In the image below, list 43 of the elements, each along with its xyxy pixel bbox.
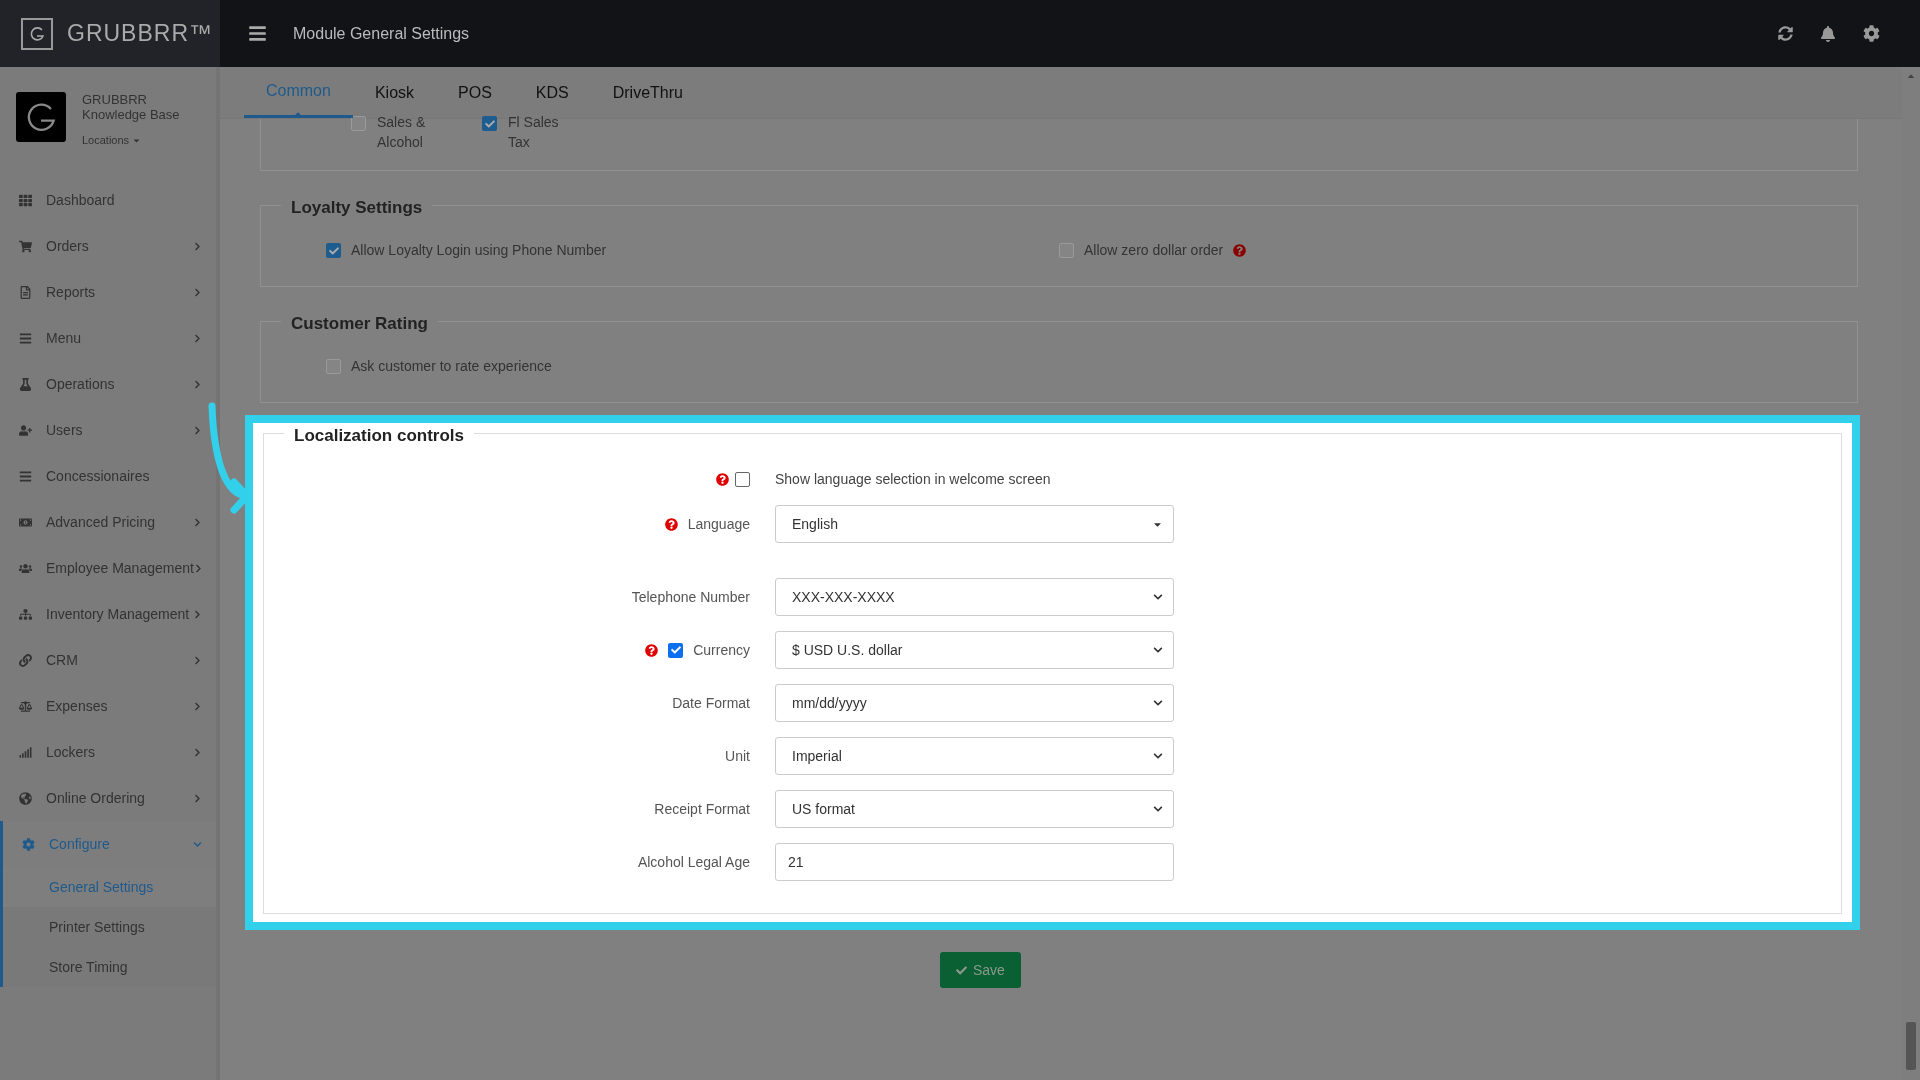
checkbox-label: Show language selection in welcome screen: [775, 469, 1051, 489]
dropdown[interactable]: English: [775, 505, 1174, 543]
brand-name: GRUBBRR™: [67, 19, 213, 49]
sidebar-item[interactable]: Menu: [0, 315, 216, 361]
locations-dropdown[interactable]: Locations: [82, 132, 202, 149]
sidebar-item[interactable]: Online Ordering: [0, 775, 216, 821]
checkbox-label: Ask customer to rate experience: [351, 357, 552, 376]
select-field[interactable]: $ USD U.S. dollar: [775, 631, 1174, 669]
field-label: Date Format: [672, 693, 750, 713]
sidebar-item[interactable]: Concessionaires: [0, 453, 216, 499]
sidebar-item[interactable]: Dashboard: [0, 177, 216, 223]
field-label: Currency: [693, 640, 750, 660]
submenu-item[interactable]: Store Timing: [3, 947, 216, 987]
text-field[interactable]: 21: [775, 843, 1174, 881]
submenu-item[interactable]: Printer Settings: [3, 907, 216, 947]
tab[interactable]: DriveThru: [590, 67, 705, 118]
field-label: Alcohol Legal Age: [637, 852, 750, 872]
select-field[interactable]: US format: [775, 790, 1174, 828]
page-title: Module General Settings: [293, 23, 470, 44]
checkbox-label: Allow Loyalty Login using Phone Number: [351, 241, 607, 260]
sidebar-item[interactable]: Employee Management: [0, 545, 216, 591]
field-label: Telephone Number: [631, 587, 750, 607]
account-name: GRUBBRR Knowledge Base: [82, 92, 181, 122]
select-field[interactable]: XXX-XXX-XXXX: [775, 578, 1174, 616]
sidebar-item[interactable]: Users: [0, 407, 216, 453]
select-field[interactable]: Imperial: [775, 737, 1174, 775]
checkbox-label: Allow zero dollar order: [1084, 241, 1224, 260]
sidebar-item[interactable]: Lockers: [0, 729, 216, 775]
tab[interactable]: Common: [244, 67, 353, 118]
sidebar-item[interactable]: Inventory Management: [0, 591, 216, 637]
checkbox-label: Sales & Alcohol: [377, 113, 427, 152]
sidebar-item[interactable]: CRM: [0, 637, 216, 683]
field-label: Language: [687, 514, 750, 534]
select-field[interactable]: mm/dd/yyyy: [775, 684, 1174, 722]
sidebar-item[interactable]: Orders: [0, 223, 216, 269]
sidebar-item[interactable]: Operations: [0, 361, 216, 407]
field-label: Receipt Format: [654, 799, 750, 819]
sidebar-item[interactable]: Advanced Pricing: [0, 499, 216, 545]
sidebar-item[interactable]: Reports: [0, 269, 216, 315]
submenu-item[interactable]: General Settings: [3, 867, 216, 907]
sidebar-item[interactable]: Expenses: [0, 683, 216, 729]
save-button[interactable]: Save: [940, 952, 1021, 988]
field-label: Unit: [725, 746, 750, 766]
